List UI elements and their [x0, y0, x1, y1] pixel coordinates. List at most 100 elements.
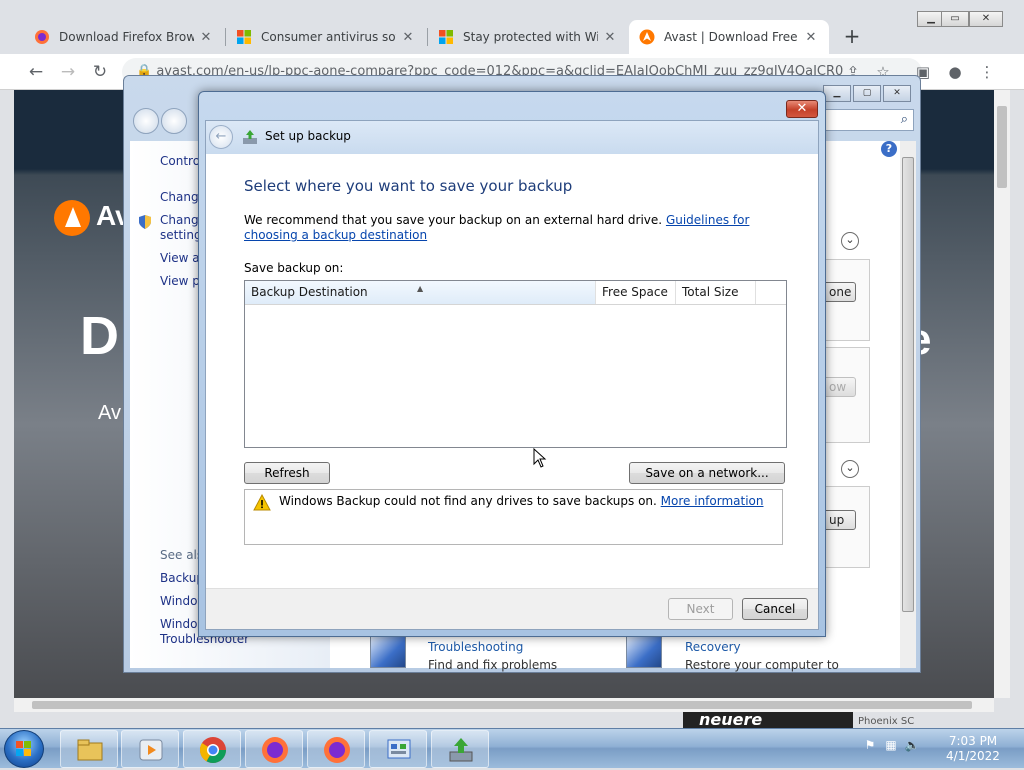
cp-nav-control-panel[interactable]: Contro: [160, 154, 200, 169]
restore-window-button[interactable]: ▭: [941, 11, 969, 27]
microsoft-icon: [439, 30, 453, 44]
taskbar-clock[interactable]: 7:03 PM 4/1/2022: [938, 734, 1008, 764]
more-information-link[interactable]: More information: [661, 494, 764, 508]
windows-taskbar: ⚑ ▦ 🔈 7:03 PM 4/1/2022: [0, 728, 1024, 768]
firefox-icon: [262, 737, 288, 763]
close-icon[interactable]: ✕: [883, 85, 911, 102]
microsoft-icon: [237, 30, 251, 44]
next-button[interactable]: Next: [668, 598, 733, 620]
backup-destination-list[interactable]: Backup Destination ▲ Free Space Total Si…: [244, 280, 787, 448]
tab-consumer-antivirus[interactable]: Consumer antivirus software ✕: [226, 20, 426, 54]
chevron-down-icon[interactable]: ⌄: [841, 232, 859, 250]
volume-icon[interactable]: 🔈: [904, 737, 920, 753]
page-bottom-caption: Phoenix SC: [858, 716, 915, 727]
warning-text-line: Windows Backup could not find any drives…: [279, 494, 764, 508]
reload-icon[interactable]: ↻: [88, 60, 112, 84]
refresh-button[interactable]: Refresh: [244, 462, 330, 484]
cancel-button[interactable]: Cancel: [742, 598, 808, 620]
save-on-network-button[interactable]: Save on a network...: [629, 462, 785, 484]
menu-icon[interactable]: ⋮: [976, 61, 998, 83]
close-icon[interactable]: ✕: [803, 30, 819, 45]
sort-up-icon: ▲: [417, 284, 424, 293]
tab-avast[interactable]: Avast | Download Free Antivirus ✕: [629, 20, 829, 54]
troubleshooting-link[interactable]: Troubleshooting: [428, 640, 523, 654]
help-icon[interactable]: ?: [881, 141, 897, 157]
media-player-icon: [139, 739, 163, 761]
page-hscroll-thumb[interactable]: [32, 701, 972, 709]
back-icon[interactable]: ←: [24, 60, 48, 84]
close-icon[interactable]: ✕: [198, 30, 214, 45]
recovery-link[interactable]: Recovery: [685, 640, 741, 654]
mouse-cursor-icon: [533, 448, 547, 468]
cp-nav-change-settings[interactable]: Change settings: [160, 213, 208, 243]
page-vertical-scrollbar[interactable]: [994, 90, 1010, 698]
chrome-icon: [199, 737, 227, 764]
profile-icon[interactable]: ●: [944, 61, 966, 83]
recovery-icon: [626, 634, 662, 668]
cp-scroll-thumb[interactable]: [902, 157, 914, 612]
tab-stay-protected[interactable]: Stay protected with Windows ✕: [428, 20, 628, 54]
cp-section-button-disabled[interactable]: ow: [822, 377, 856, 397]
new-tab-button[interactable]: +: [841, 25, 863, 47]
page-bottom-banner: neuere: [683, 712, 853, 728]
page-scroll-thumb[interactable]: [997, 106, 1007, 188]
back-arrow-icon[interactable]: ←: [209, 125, 233, 149]
column-total-size[interactable]: Total Size: [676, 281, 756, 304]
network-icon[interactable]: ▦: [883, 737, 899, 753]
cp-forward-icon[interactable]: [161, 108, 187, 134]
column-backup-destination[interactable]: Backup Destination ▲: [245, 281, 596, 304]
tab-title: Consumer antivirus software: [261, 30, 396, 44]
cp-section-button[interactable]: one: [822, 282, 856, 302]
dialog-footer: Next Cancel: [206, 588, 818, 629]
recommend-text: We recommend that you save your backup o…: [244, 213, 663, 227]
close-icon[interactable]: ✕: [602, 30, 618, 45]
setup-backup-dialog: ✕ ← Set up backup Select where you want …: [198, 91, 826, 637]
forward-icon[interactable]: →: [56, 60, 80, 84]
system-tray: ⚑ ▦ 🔈: [862, 737, 925, 753]
troubleshooting-desc: Find and fix problems: [428, 658, 558, 672]
taskbar-control-panel[interactable]: [369, 730, 427, 768]
dialog-title: Set up backup: [265, 129, 351, 143]
backup-app-icon: [243, 130, 257, 144]
start-button[interactable]: [4, 730, 44, 768]
cp-search-input[interactable]: ⌕: [824, 109, 914, 131]
taskbar-explorer[interactable]: [60, 730, 118, 768]
backup-icon: [449, 738, 473, 762]
cp-vertical-scrollbar[interactable]: [900, 141, 916, 668]
dialog-header: ← Set up backup: [206, 121, 818, 154]
minimize-icon[interactable]: ▁: [823, 85, 851, 102]
list-header: Backup Destination ▲ Free Space Total Si…: [245, 281, 786, 305]
tab-firefox-download[interactable]: Download Firefox Browser ✕: [24, 20, 224, 54]
save-backup-on-label: Save backup on:: [244, 261, 344, 275]
hero-subtitle: Av: [98, 402, 121, 424]
avast-logo-icon: [54, 200, 90, 236]
avast-icon: [639, 29, 655, 45]
cp-back-icon[interactable]: [133, 108, 159, 134]
column-free-space[interactable]: Free Space: [596, 281, 676, 304]
recovery-desc: Restore your computer to: [685, 658, 839, 672]
warning-icon: [253, 494, 271, 511]
tab-title: Stay protected with Windows: [463, 30, 598, 44]
action-center-flag-icon[interactable]: ⚑: [862, 737, 878, 753]
maximize-icon[interactable]: ▢: [853, 85, 881, 102]
dialog-close-button[interactable]: ✕: [786, 100, 818, 118]
hero-title: D: [80, 306, 119, 366]
taskbar-firefox-1[interactable]: [245, 730, 303, 768]
taskbar-backup[interactable]: [431, 730, 489, 768]
windows-logo-icon: [16, 741, 31, 756]
close-window-button[interactable]: ✕: [969, 11, 1003, 27]
taskbar-chrome[interactable]: [183, 730, 241, 768]
clock-time: 7:03 PM: [948, 734, 998, 748]
taskbar-firefox-2[interactable]: [307, 730, 365, 768]
search-icon: ⌕: [900, 112, 908, 127]
browser-tab-strip: Download Firefox Browser ✕ Consumer anti…: [0, 0, 1024, 54]
control-panel-icon: [387, 739, 411, 759]
cp-backup-button[interactable]: up: [822, 510, 856, 530]
taskbar-media-player[interactable]: [121, 730, 179, 768]
page-horizontal-scrollbar[interactable]: [14, 698, 994, 712]
firefox-icon: [35, 30, 49, 44]
chevron-down-icon[interactable]: ⌄: [841, 460, 859, 478]
close-icon[interactable]: ✕: [400, 30, 416, 45]
warning-text: Windows Backup could not find any drives…: [279, 494, 657, 508]
firefox-icon: [324, 737, 350, 763]
